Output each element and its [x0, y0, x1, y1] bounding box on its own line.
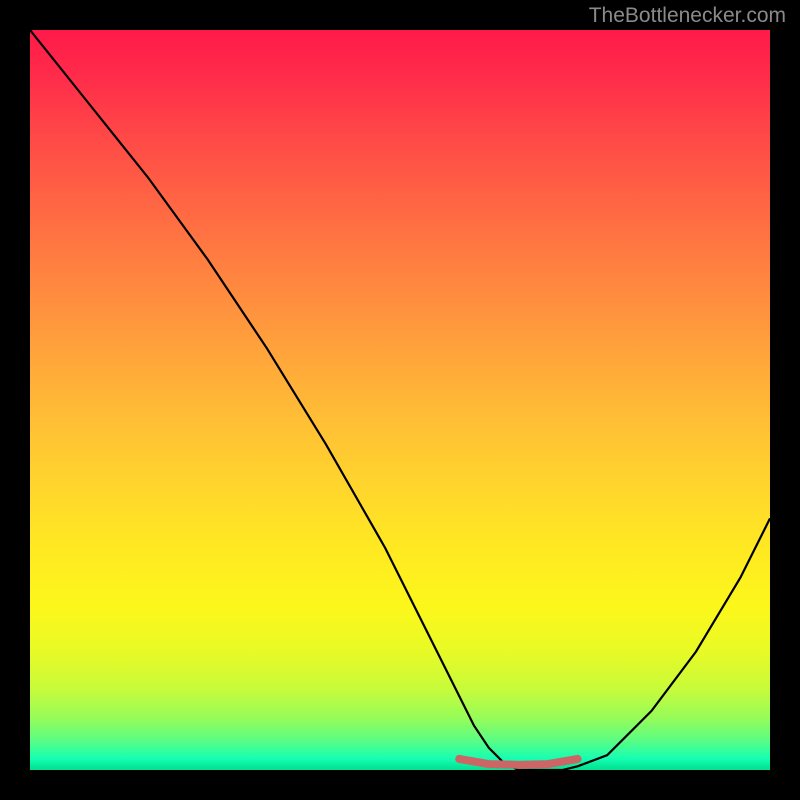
watermark-text: TheBottlenecker.com	[589, 4, 786, 28]
curve-overlay	[30, 30, 770, 770]
plot-area	[30, 30, 770, 770]
chart-container: TheBottlenecker.com	[0, 0, 800, 800]
optimum-marker	[459, 759, 577, 765]
bottleneck-curve	[30, 30, 770, 770]
